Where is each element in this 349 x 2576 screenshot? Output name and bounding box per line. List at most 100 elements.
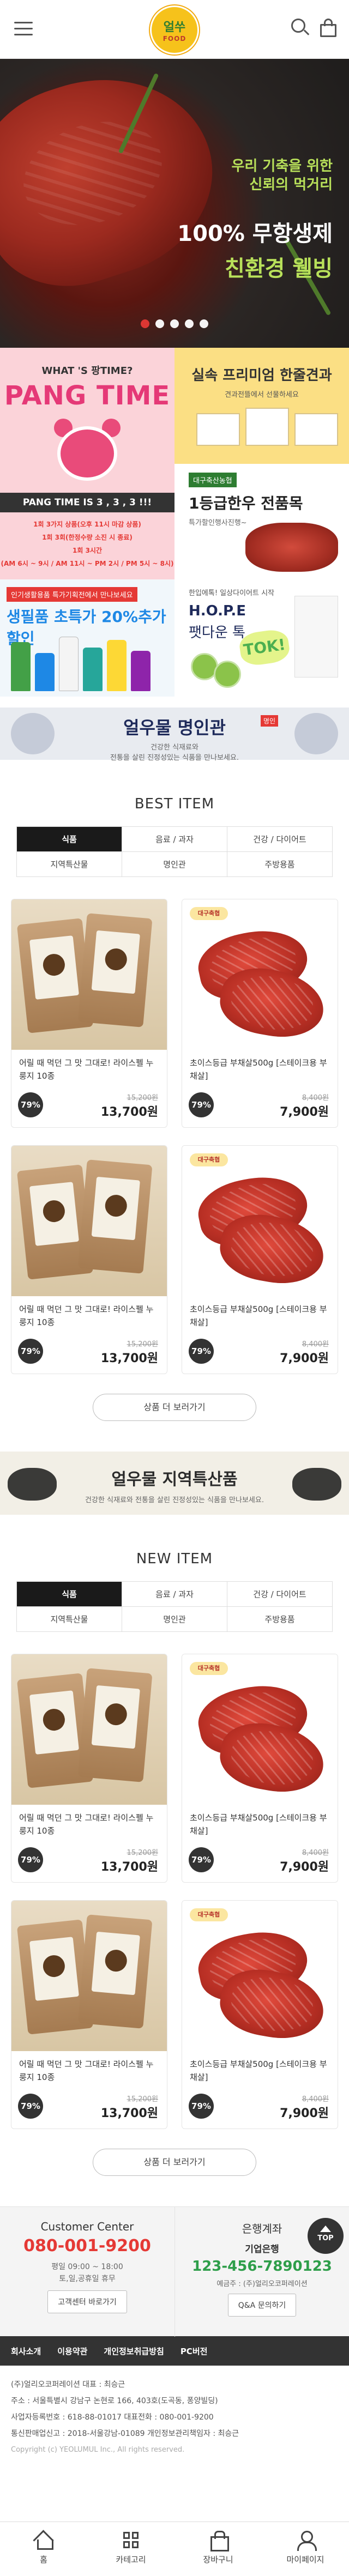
product-name[interactable]: 어릴 때 먹던 그 맛 그대로! 라이스펠 누룽지 10종 [11, 1805, 167, 1842]
product-name[interactable]: 초이스등급 부채살500g [스테이크용 부채살] [182, 2051, 338, 2088]
new-more-button[interactable]: 상품 더 보러가기 [93, 2149, 256, 2176]
slide-dot[interactable] [140, 319, 149, 328]
product-name[interactable]: 초이스등급 부채살500g [스테이크용 부채살] [182, 1050, 338, 1087]
slide-dot[interactable] [200, 319, 209, 328]
original-price: 15,200원 [127, 1849, 158, 1857]
product-image[interactable]: 대구축협 [182, 1901, 338, 2051]
site-logo[interactable]: 얼쑤 FOOD [150, 5, 199, 55]
tab-food[interactable]: 식품 [17, 1582, 122, 1607]
user-icon [294, 2531, 317, 2551]
tab-drinks[interactable]: 음료 / 과자 [122, 827, 227, 852]
brand-logo: 대구축협 [190, 1662, 228, 1675]
product-image[interactable] [11, 1146, 167, 1296]
product-card[interactable]: 대구축협 초이스등급 부채살500g [스테이크용 부채살] 79% 8,400… [182, 1654, 338, 1883]
scroll-top-button[interactable]: TOP [308, 2218, 344, 2254]
footer-line: 통신판매업신고 : 2018-서울강남-01089 개인정보관리책임자 : 최승… [11, 2429, 239, 2438]
tab-kitchen[interactable]: 주방용품 [227, 1607, 333, 1632]
tab-kitchen[interactable]: 주방용품 [227, 852, 333, 877]
product-name[interactable]: 어릴 때 먹던 그 맛 그대로! 라이스펠 누룽지 10종 [11, 1296, 167, 1333]
product-card[interactable]: 대구축협 초이스등급 부채살500g [스테이크용 부채살] 79% 8,400… [182, 1145, 338, 1374]
regional-specialty-banner[interactable]: 얼우물 지역특산품 건강한 식재료와 전통을 살린 진정성있는 식품을 만나보세… [0, 1452, 349, 1515]
logo-text: 얼쑤 [163, 21, 186, 34]
tab-drinks[interactable]: 음료 / 과자 [122, 1582, 227, 1607]
tab-health[interactable]: 건강 / 다이어트 [227, 827, 333, 852]
bottom-tab-label: 카테고리 [116, 2555, 146, 2565]
bottom-tab-home[interactable]: 홈 [0, 2522, 87, 2576]
daily-goods-banner[interactable]: 인기생활용품 특가기획전에서 만나보세요 생필품 초특가 20%추가할인 [0, 579, 174, 697]
product-image[interactable] [11, 1901, 167, 2051]
product-card[interactable]: 어릴 때 먹던 그 맛 그대로! 라이스펠 누룽지 10종 79% 15,200… [11, 1145, 167, 1374]
bag-icon [207, 2531, 229, 2551]
hero-text: 우리 기축을 위한 신뢰의 먹거리 100% 무항생제 친환경 웰빙 [177, 157, 333, 282]
product-name[interactable]: 어릴 때 먹던 그 맛 그대로! 라이스펠 누룽지 10종 [11, 1050, 167, 1087]
bottom-tab-mypage[interactable]: 마이페이지 [262, 2522, 349, 2576]
discount-badge: 79% [189, 2094, 214, 2119]
footer-link-terms[interactable]: 이용약관 [57, 2345, 87, 2357]
product-card[interactable]: 어릴 때 먹던 그 맛 그대로! 라이스펠 누룽지 10종 79% 15,200… [11, 1654, 167, 1883]
footer-link-pc[interactable]: PC버전 [180, 2345, 208, 2357]
discount-badge: 79% [18, 1092, 43, 1117]
sale-price: 7,900원 [280, 1105, 329, 1119]
bottom-tab-label: 홈 [40, 2555, 47, 2565]
original-price: 15,200원 [127, 1340, 158, 1349]
bottom-tab-category[interactable]: 카테고리 [87, 2522, 174, 2576]
product-card[interactable]: 대구축협 초이스등급 부채살500g [스테이크용 부채살] 79% 8,400… [182, 899, 338, 1128]
slide-dot[interactable] [170, 319, 179, 328]
bottom-tab-cart[interactable]: 장바구니 [174, 2522, 262, 2576]
product-card[interactable]: 대구축협 초이스등급 부채살500g [스테이크용 부채살] 79% 8,400… [182, 1900, 338, 2129]
footer-link-privacy[interactable]: 개인정보취급방침 [104, 2345, 164, 2357]
product-image[interactable]: 대구축협 [182, 1654, 338, 1805]
slide-dot[interactable] [185, 319, 194, 328]
product-card[interactable]: 어릴 때 먹던 그 맛 그대로! 라이스펠 누룽지 10종 79% 15,200… [11, 899, 167, 1128]
original-price: 15,200원 [127, 1094, 158, 1102]
hero-line4: 친환경 웰빙 [225, 256, 333, 281]
product-bottle-image [83, 648, 103, 691]
tab-master[interactable]: 명인관 [122, 1607, 227, 1632]
tab-food[interactable]: 식품 [17, 827, 122, 852]
cart-icon[interactable] [318, 19, 338, 38]
product-image[interactable] [11, 1654, 167, 1805]
tab-master[interactable]: 명인관 [122, 852, 227, 877]
product-name[interactable]: 초이스등급 부채살500g [스테이크용 부채살] [182, 1296, 338, 1333]
hero-banner[interactable]: 우리 기축을 위한 신뢰의 먹거리 100% 무항생제 친환경 웰빙 [0, 59, 349, 348]
hero-line1: 우리 기축을 위한 [231, 158, 333, 174]
brand-logo: 대구축협 [190, 907, 228, 920]
cs-center-button[interactable]: 고객센터 바로가기 [47, 2290, 127, 2313]
home-icon [33, 2531, 55, 2550]
discount-badge: 79% [18, 1339, 43, 1364]
best-item-list: 어릴 때 먹던 그 맛 그대로! 라이스펠 누룽지 10종 79% 15,200… [11, 899, 338, 1374]
product-image[interactable]: 대구축협 [182, 899, 338, 1050]
new-item-title: NEW ITEM [136, 1551, 213, 1567]
discount-badge: 79% [189, 1092, 214, 1117]
copyright: Copyright (c) YEOLUMUL Inc., All rights … [11, 2446, 185, 2454]
product-card[interactable]: 어릴 때 먹던 그 맛 그대로! 라이스펠 누룽지 10종 79% 15,200… [11, 1900, 167, 2129]
hanwoo-banner[interactable]: 대구축산농협 1등급한우 전품목 특가할인행사진행~ [174, 464, 349, 579]
product-image[interactable] [11, 899, 167, 1050]
pang-time-banner[interactable]: WHAT 'S 팡TIME? PANG TIME PANG TIME IS 3 … [0, 348, 174, 579]
product-bottle-image [11, 642, 31, 691]
footer-link-about[interactable]: 회사소개 [11, 2345, 41, 2357]
menu-icon[interactable] [14, 22, 33, 36]
bank-holder: 예금주 : (주)얼리오코퍼레이션 [216, 2280, 308, 2288]
page: 얼쑤 FOOD 우리 기축을 위한 신뢰의 먹거리 100% 무항생제 친환경 … [0, 0, 349, 2576]
product-name[interactable]: 어릴 때 먹던 그 맛 그대로! 라이스펠 누룽지 10종 [11, 2051, 167, 2088]
best-more-button[interactable]: 상품 더 보러가기 [93, 1394, 256, 1421]
slide-dot[interactable] [155, 319, 164, 328]
pang-info-line: 1회 3회(한정수량 소진 시 종료) [42, 534, 133, 541]
footer-nav: 회사소개 이용약관 개인정보취급방침 PC버전 [0, 2336, 349, 2366]
search-icon[interactable] [291, 19, 311, 38]
brand-logo: 대구축협 [190, 1908, 228, 1921]
discount-badge: 79% [189, 1847, 214, 1872]
product-name[interactable]: 초이스등급 부채살500g [스테이크용 부채살] [182, 1805, 338, 1842]
premium-nuts-banner[interactable]: 실속 프리미엄 한줄견과 견과전뜰에서 선물하세요 [174, 348, 349, 464]
cs-phone[interactable]: 080-001-9200 [0, 2236, 174, 2255]
pang-info-line: 1회 3시간 [73, 547, 102, 554]
tab-regional[interactable]: 지역특산물 [17, 852, 122, 877]
product-image[interactable]: 대구축협 [182, 1146, 338, 1296]
sale-price: 7,900원 [280, 1860, 329, 1874]
master-hall-banner[interactable]: 얼우물 명인관 건강한 식재료와 전통을 살린 진정성있는 식품을 만나보세요.… [0, 708, 349, 762]
product-bottle-image [35, 653, 55, 691]
tab-regional[interactable]: 지역특산물 [17, 1607, 122, 1632]
tab-health[interactable]: 건강 / 다이어트 [227, 1582, 333, 1607]
qa-button[interactable]: Q&A 문의하기 [227, 2294, 297, 2317]
